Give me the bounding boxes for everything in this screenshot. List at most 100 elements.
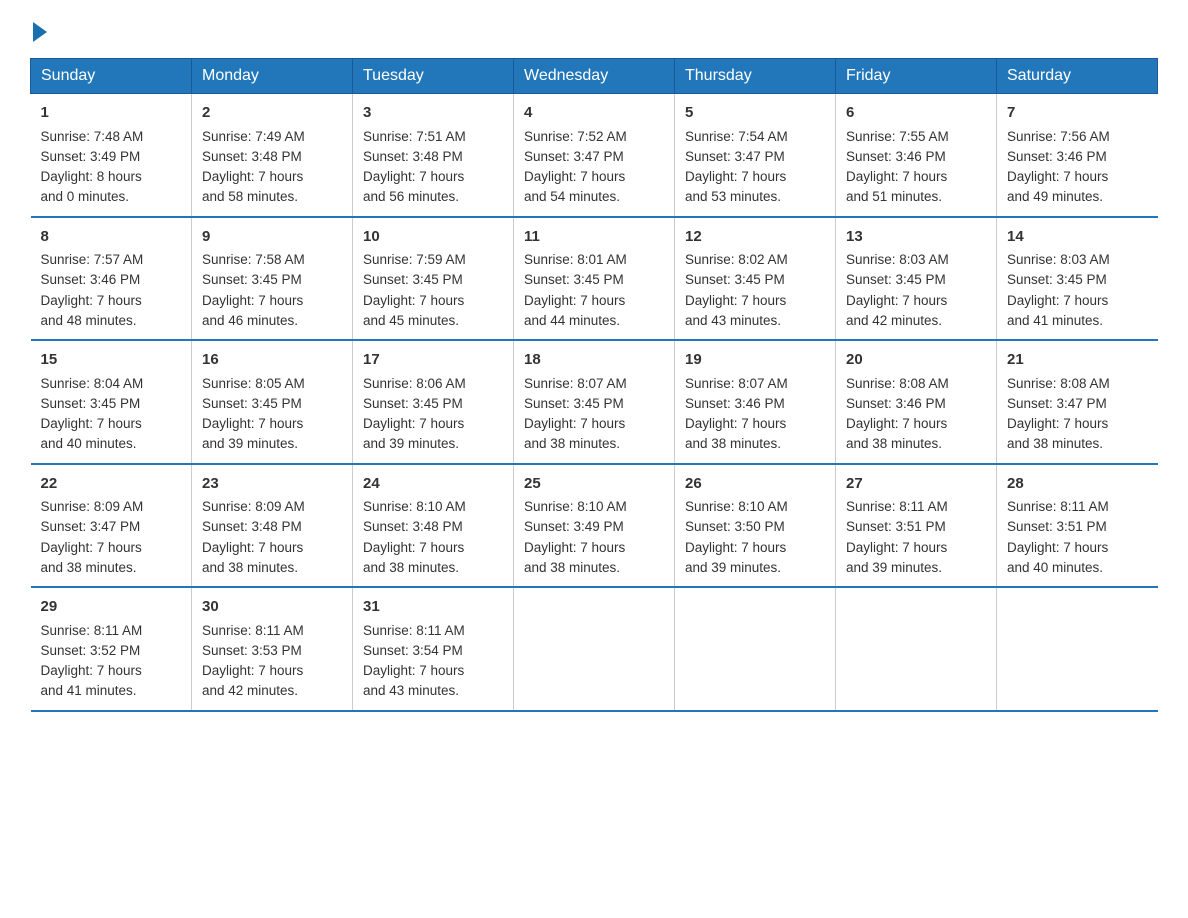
day-number: 28 bbox=[1007, 473, 1148, 496]
calendar-cell: 10Sunrise: 7:59 AM Sunset: 3:45 PM Dayli… bbox=[353, 217, 514, 341]
day-number: 26 bbox=[685, 473, 825, 496]
day-number: 25 bbox=[524, 473, 664, 496]
calendar-cell bbox=[997, 587, 1158, 711]
header-cell-thursday: Thursday bbox=[675, 59, 836, 94]
day-number: 14 bbox=[1007, 226, 1148, 249]
calendar-cell: 6 Sunrise: 7:55 AM Sunset: 3:46 PM Daylig… bbox=[836, 94, 997, 217]
day-number: 22 bbox=[41, 473, 182, 496]
week-row-3: 15 Sunrise: 8:04 AM Sunset: 3:45 PM Dayli… bbox=[31, 340, 1158, 464]
header-cell-tuesday: Tuesday bbox=[353, 59, 514, 94]
day-number: 8 bbox=[41, 226, 182, 249]
header-cell-wednesday: Wednesday bbox=[514, 59, 675, 94]
calendar-cell: 4 Sunrise: 7:52 AM Sunset: 3:47 PM Daylig… bbox=[514, 94, 675, 217]
calendar-cell: 14 Sunrise: 8:03 AM Sunset: 3:45 PM Dayli… bbox=[997, 217, 1158, 341]
day-info: Sunrise: 8:11 AM Sunset: 3:54 PM Dayligh… bbox=[363, 623, 465, 699]
day-info: Sunrise: 8:10 AM Sunset: 3:48 PM Dayligh… bbox=[363, 499, 466, 575]
day-number: 4 bbox=[524, 102, 664, 125]
day-info: Sunrise: 8:11 AM Sunset: 3:51 PM Dayligh… bbox=[846, 499, 948, 575]
calendar-cell: 28 Sunrise: 8:11 AM Sunset: 3:51 PM Dayli… bbox=[997, 464, 1158, 588]
day-info: Sunrise: 8:04 AM Sunset: 3:45 PM Dayligh… bbox=[41, 376, 144, 452]
day-number: 29 bbox=[41, 596, 182, 619]
day-number: 9 bbox=[202, 226, 342, 249]
day-info: Sunrise: 8:03 AM Sunset: 3:45 PM Dayligh… bbox=[1007, 252, 1110, 328]
day-info: Sunrise: 7:55 AM Sunset: 3:46 PM Dayligh… bbox=[846, 129, 949, 205]
day-info: Sunrise: 7:54 AM Sunset: 3:47 PM Dayligh… bbox=[685, 129, 788, 205]
day-info: Sunrise: 8:09 AM Sunset: 3:47 PM Dayligh… bbox=[41, 499, 144, 575]
day-info: Sunrise: 8:08 AM Sunset: 3:47 PM Dayligh… bbox=[1007, 376, 1110, 452]
day-info: Sunrise: 7:57 AM Sunset: 3:46 PM Dayligh… bbox=[41, 252, 144, 328]
day-info: Sunrise: 8:03 AM Sunset: 3:45 PM Dayligh… bbox=[846, 252, 949, 328]
week-row-5: 29 Sunrise: 8:11 AM Sunset: 3:52 PM Dayli… bbox=[31, 587, 1158, 711]
day-info: Sunrise: 8:08 AM Sunset: 3:46 PM Dayligh… bbox=[846, 376, 949, 452]
calendar-cell: 24 Sunrise: 8:10 AM Sunset: 3:48 PM Dayli… bbox=[353, 464, 514, 588]
calendar-cell: 19Sunrise: 8:07 AM Sunset: 3:46 PM Dayli… bbox=[675, 340, 836, 464]
day-number: 17 bbox=[363, 349, 503, 372]
calendar-cell: 7 Sunrise: 7:56 AM Sunset: 3:46 PM Daylig… bbox=[997, 94, 1158, 217]
calendar-body: 1Sunrise: 7:48 AM Sunset: 3:49 PM Daylig… bbox=[31, 94, 1158, 711]
day-info: Sunrise: 8:07 AM Sunset: 3:45 PM Dayligh… bbox=[524, 376, 627, 452]
calendar-cell: 18 Sunrise: 8:07 AM Sunset: 3:45 PM Dayli… bbox=[514, 340, 675, 464]
day-number: 24 bbox=[363, 473, 503, 496]
day-info: Sunrise: 7:48 AM Sunset: 3:49 PM Dayligh… bbox=[41, 129, 144, 205]
header-cell-sunday: Sunday bbox=[31, 59, 192, 94]
day-info: Sunrise: 8:11 AM Sunset: 3:53 PM Dayligh… bbox=[202, 623, 304, 699]
day-number: 30 bbox=[202, 596, 342, 619]
day-number: 27 bbox=[846, 473, 986, 496]
day-number: 2 bbox=[202, 102, 342, 125]
calendar-cell: 13Sunrise: 8:03 AM Sunset: 3:45 PM Dayli… bbox=[836, 217, 997, 341]
header-row: SundayMondayTuesdayWednesdayThursdayFrid… bbox=[31, 59, 1158, 94]
day-info: Sunrise: 8:10 AM Sunset: 3:49 PM Dayligh… bbox=[524, 499, 627, 575]
calendar-cell: 8 Sunrise: 7:57 AM Sunset: 3:46 PM Daylig… bbox=[31, 217, 192, 341]
calendar-cell: 26 Sunrise: 8:10 AM Sunset: 3:50 PM Dayli… bbox=[675, 464, 836, 588]
calendar-cell: 20Sunrise: 8:08 AM Sunset: 3:46 PM Dayli… bbox=[836, 340, 997, 464]
day-number: 6 bbox=[846, 102, 986, 125]
day-info: Sunrise: 8:10 AM Sunset: 3:50 PM Dayligh… bbox=[685, 499, 788, 575]
week-row-2: 8 Sunrise: 7:57 AM Sunset: 3:46 PM Daylig… bbox=[31, 217, 1158, 341]
calendar-cell: 9 Sunrise: 7:58 AM Sunset: 3:45 PM Daylig… bbox=[192, 217, 353, 341]
calendar-header: SundayMondayTuesdayWednesdayThursdayFrid… bbox=[31, 59, 1158, 94]
day-number: 16 bbox=[202, 349, 342, 372]
day-info: Sunrise: 7:58 AM Sunset: 3:45 PM Dayligh… bbox=[202, 252, 305, 328]
calendar-cell: 11 Sunrise: 8:01 AM Sunset: 3:45 PM Dayli… bbox=[514, 217, 675, 341]
calendar-cell bbox=[514, 587, 675, 711]
day-number: 31 bbox=[363, 596, 503, 619]
day-info: Sunrise: 8:05 AM Sunset: 3:45 PM Dayligh… bbox=[202, 376, 305, 452]
day-info: Sunrise: 8:11 AM Sunset: 3:51 PM Dayligh… bbox=[1007, 499, 1109, 575]
calendar-cell: 31 Sunrise: 8:11 AM Sunset: 3:54 PM Dayli… bbox=[353, 587, 514, 711]
calendar-cell: 5 Sunrise: 7:54 AM Sunset: 3:47 PM Daylig… bbox=[675, 94, 836, 217]
calendar-cell: 12 Sunrise: 8:02 AM Sunset: 3:45 PM Dayli… bbox=[675, 217, 836, 341]
day-number: 12 bbox=[685, 226, 825, 249]
logo bbox=[30, 20, 47, 38]
header-cell-saturday: Saturday bbox=[997, 59, 1158, 94]
day-number: 7 bbox=[1007, 102, 1148, 125]
calendar-cell: 2Sunrise: 7:49 AM Sunset: 3:48 PM Daylig… bbox=[192, 94, 353, 217]
calendar-cell: 22 Sunrise: 8:09 AM Sunset: 3:47 PM Dayli… bbox=[31, 464, 192, 588]
day-info: Sunrise: 8:01 AM Sunset: 3:45 PM Dayligh… bbox=[524, 252, 627, 328]
day-info: Sunrise: 7:56 AM Sunset: 3:46 PM Dayligh… bbox=[1007, 129, 1110, 205]
day-info: Sunrise: 8:02 AM Sunset: 3:45 PM Dayligh… bbox=[685, 252, 788, 328]
day-number: 11 bbox=[524, 226, 664, 249]
calendar-cell: 29 Sunrise: 8:11 AM Sunset: 3:52 PM Dayli… bbox=[31, 587, 192, 711]
day-number: 5 bbox=[685, 102, 825, 125]
day-info: Sunrise: 8:11 AM Sunset: 3:52 PM Dayligh… bbox=[41, 623, 143, 699]
logo-arrow-icon bbox=[33, 22, 47, 42]
day-info: Sunrise: 8:06 AM Sunset: 3:45 PM Dayligh… bbox=[363, 376, 466, 452]
header-cell-monday: Monday bbox=[192, 59, 353, 94]
calendar-cell bbox=[675, 587, 836, 711]
calendar-cell: 21Sunrise: 8:08 AM Sunset: 3:47 PM Dayli… bbox=[997, 340, 1158, 464]
day-info: Sunrise: 8:09 AM Sunset: 3:48 PM Dayligh… bbox=[202, 499, 305, 575]
calendar-cell: 23 Sunrise: 8:09 AM Sunset: 3:48 PM Dayli… bbox=[192, 464, 353, 588]
day-info: Sunrise: 7:59 AM Sunset: 3:45 PM Dayligh… bbox=[363, 252, 466, 328]
calendar-cell bbox=[836, 587, 997, 711]
calendar-cell: 3Sunrise: 7:51 AM Sunset: 3:48 PM Daylig… bbox=[353, 94, 514, 217]
day-info: Sunrise: 7:52 AM Sunset: 3:47 PM Dayligh… bbox=[524, 129, 627, 205]
calendar-cell: 1Sunrise: 7:48 AM Sunset: 3:49 PM Daylig… bbox=[31, 94, 192, 217]
day-number: 18 bbox=[524, 349, 664, 372]
day-number: 19 bbox=[685, 349, 825, 372]
calendar-cell: 30 Sunrise: 8:11 AM Sunset: 3:53 PM Dayli… bbox=[192, 587, 353, 711]
calendar-table: SundayMondayTuesdayWednesdayThursdayFrid… bbox=[30, 58, 1158, 712]
day-number: 15 bbox=[41, 349, 182, 372]
header-cell-friday: Friday bbox=[836, 59, 997, 94]
day-number: 23 bbox=[202, 473, 342, 496]
calendar-cell: 27 Sunrise: 8:11 AM Sunset: 3:51 PM Dayli… bbox=[836, 464, 997, 588]
